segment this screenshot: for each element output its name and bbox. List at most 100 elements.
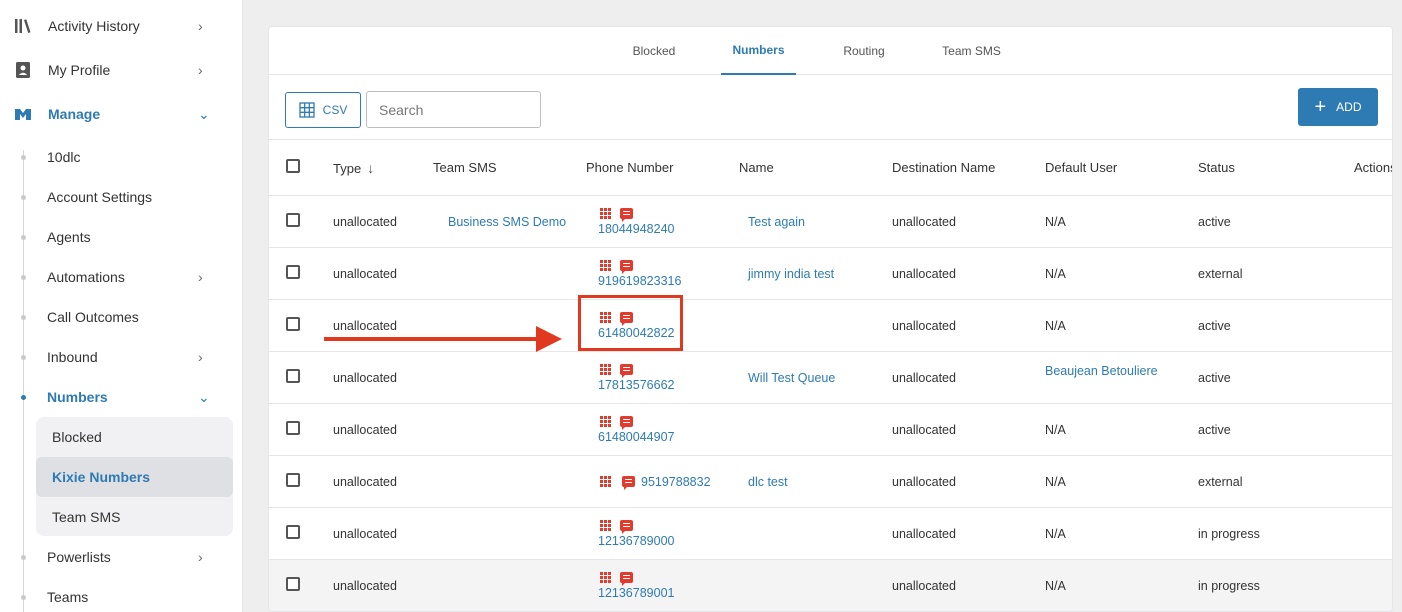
cell-phone: 919619823316 [586, 248, 739, 300]
sidebar-item-automations[interactable]: Automations › [0, 257, 243, 297]
sms-icon[interactable] [620, 415, 633, 430]
name-link[interactable]: Will Test Queue [748, 371, 835, 385]
tree-dot [21, 554, 26, 560]
header-type[interactable]: Type ↓ [333, 140, 433, 196]
nav-activity-history[interactable]: Activity History › [0, 4, 243, 48]
name-link[interactable]: dlc test [748, 475, 788, 489]
header-destination-name: Destination Name [892, 160, 996, 175]
cell-name [739, 508, 892, 560]
cell-actions [1354, 560, 1392, 612]
tree-dot [21, 314, 26, 320]
sidebar-item-agents[interactable]: Agents [0, 217, 243, 257]
csv-button[interactable]: CSV [285, 92, 361, 128]
phone-number-link[interactable]: 9519788832 [641, 475, 711, 489]
cell-team-sms [433, 300, 586, 352]
row-checkbox[interactable] [286, 525, 300, 539]
team-sms-link[interactable]: Business SMS Demo [448, 215, 566, 229]
header-team-sms: Team SMS [433, 160, 497, 175]
cell-phone: 12136789000 [586, 508, 739, 560]
cell-status: in progress [1198, 578, 1260, 593]
cell-default-user: N/A [1045, 526, 1066, 541]
sidebar-subitem-team-sms[interactable]: Team SMS [36, 497, 233, 537]
row-checkbox[interactable] [286, 473, 300, 487]
add-button[interactable]: + ADD [1298, 88, 1378, 126]
row-checkbox[interactable] [286, 213, 300, 227]
sidebar-item-teams[interactable]: Teams [0, 577, 243, 612]
table-row: unallocated 61480044907 unallocated N/A … [269, 404, 1392, 456]
tab-numbers[interactable]: Numbers [721, 27, 796, 75]
cell-destination: unallocated [892, 318, 956, 333]
sidebar-subitem-blocked[interactable]: Blocked [36, 417, 233, 457]
tab-routing[interactable]: Routing [829, 27, 899, 75]
sms-icon[interactable] [620, 207, 633, 222]
annotation-arrow-shaft [324, 337, 538, 341]
library-icon [14, 17, 32, 35]
tab-blocked[interactable]: Blocked [619, 27, 689, 75]
phone-number-link[interactable]: 12136789000 [598, 534, 739, 548]
keypad-icon[interactable] [600, 259, 611, 271]
keypad-icon[interactable] [600, 415, 611, 427]
cell-actions [1354, 352, 1392, 404]
table-row: unallocated 919619823316 jimmy india tes… [269, 248, 1392, 300]
keypad-icon[interactable] [600, 476, 611, 487]
sidebar-item-label: Call Outcomes [47, 309, 139, 325]
sms-icon[interactable] [620, 519, 633, 534]
sidebar-item-10dlc[interactable]: 10dlc [0, 137, 243, 177]
sidebar-item-inbound[interactable]: Inbound › [0, 337, 243, 377]
phone-number-link[interactable]: 12136789001 [598, 586, 739, 600]
sms-icon[interactable] [620, 363, 633, 378]
sidebar-item-call-outcomes[interactable]: Call Outcomes [0, 297, 243, 337]
cell-actions [1354, 508, 1392, 560]
nav-label: Manage [48, 106, 101, 122]
sms-icon[interactable] [620, 571, 633, 586]
header-name: Name [739, 160, 774, 175]
tab-team-sms[interactable]: Team SMS [934, 27, 1009, 75]
annotation-arrow-head [536, 326, 562, 352]
sms-icon[interactable] [622, 476, 635, 490]
csv-label: CSV [322, 103, 348, 117]
name-link[interactable]: Test again [748, 215, 805, 229]
chevron-right-icon: › [198, 549, 203, 565]
cell-name [739, 560, 892, 612]
cell-phone: 12136789001 [586, 560, 739, 612]
cell-team-sms [433, 560, 586, 612]
keypad-icon[interactable] [600, 207, 611, 219]
row-checkbox[interactable] [286, 265, 300, 279]
phone-number-link[interactable]: 18044948240 [598, 222, 739, 236]
cell-name: dlc test [739, 456, 892, 508]
keypad-icon[interactable] [600, 363, 611, 375]
sidebar-subitem-kixie-numbers[interactable]: Kixie Numbers [36, 457, 233, 497]
cell-team-sms [433, 456, 586, 508]
nav-label: My Profile [48, 62, 111, 78]
sms-icon[interactable] [620, 259, 633, 274]
sort-arrow-down-icon[interactable]: ↓ [367, 160, 374, 176]
row-checkbox[interactable] [286, 369, 300, 383]
sidebar-item-label: Account Settings [47, 189, 153, 205]
nav-my-profile[interactable]: My Profile › [0, 48, 243, 92]
row-checkbox[interactable] [286, 317, 300, 331]
keypad-icon[interactable] [600, 519, 611, 531]
phone-number-link[interactable]: 61480044907 [598, 430, 739, 444]
keypad-icon[interactable] [600, 571, 611, 583]
tree-dot [21, 354, 26, 360]
name-link[interactable]: jimmy india test [748, 267, 834, 281]
row-checkbox[interactable] [286, 577, 300, 591]
sidebar-item-powerlists[interactable]: Powerlists › [0, 537, 243, 577]
cell-destination: unallocated [892, 266, 956, 281]
tree-dot [21, 234, 26, 240]
default-user-link[interactable]: Beaujean Betouliere [1045, 364, 1158, 378]
sidebar-item-label: 10dlc [47, 149, 81, 165]
sidebar-item-numbers[interactable]: Numbers ⌄ [0, 377, 243, 417]
cell-destination: unallocated [892, 214, 956, 229]
phone-number-link[interactable]: 919619823316 [598, 274, 739, 288]
cell-default-user: N/A [1045, 318, 1066, 333]
cell-default-user: N/A [1045, 266, 1066, 281]
select-all-checkbox[interactable] [286, 159, 300, 173]
nav-manage[interactable]: Manage ⌄ [0, 92, 243, 136]
phone-number-link[interactable]: 17813576662 [598, 378, 739, 392]
sidebar-item-account-settings[interactable]: Account Settings [0, 177, 243, 217]
grid-icon [299, 102, 315, 118]
search-input[interactable] [366, 91, 541, 128]
cell-default-user: N/A [1045, 214, 1066, 229]
row-checkbox[interactable] [286, 421, 300, 435]
